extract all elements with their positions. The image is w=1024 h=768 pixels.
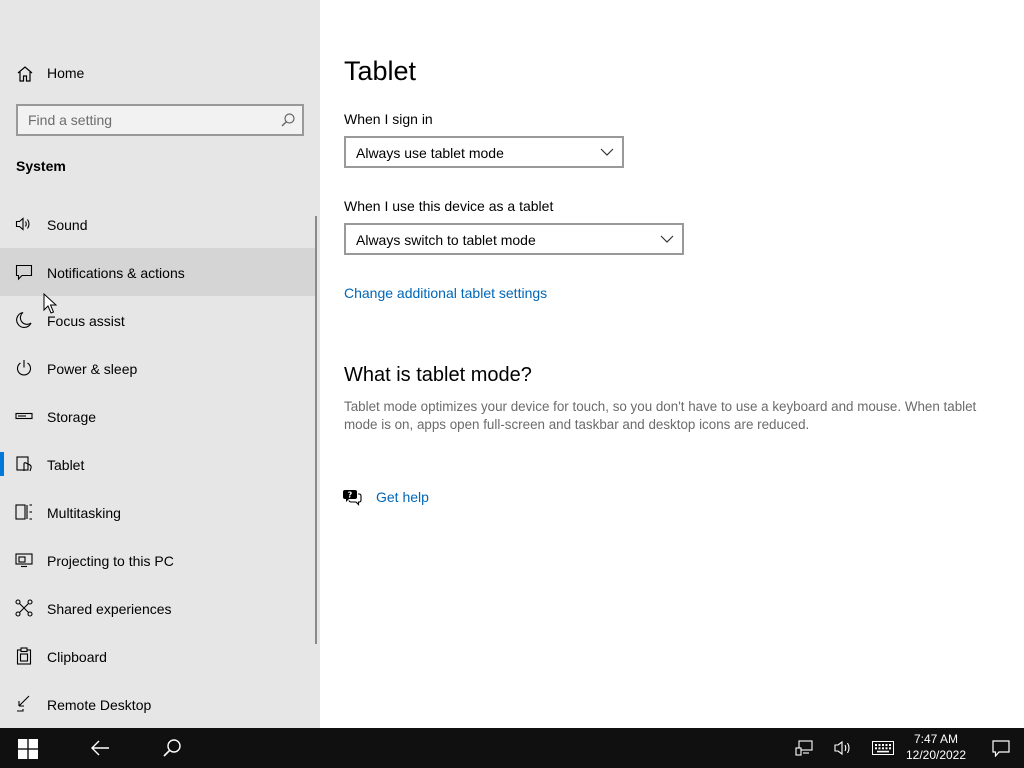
search-icon[interactable]	[280, 112, 296, 128]
windows-logo-icon	[18, 739, 38, 759]
clock-date: 12/20/2022	[905, 748, 967, 762]
search-setting-box[interactable]	[16, 104, 304, 136]
sign-in-dropdown[interactable]: Always use tablet mode	[344, 136, 624, 168]
network-tray-button[interactable]	[786, 728, 822, 768]
multitasking-icon	[15, 504, 32, 520]
home-label: Home	[47, 65, 85, 81]
projecting-icon	[15, 553, 33, 568]
sidebar-item-label: Focus assist	[47, 313, 125, 329]
sidebar-item-label: Remote Desktop	[47, 697, 152, 713]
sidebar-item-label: Storage	[47, 409, 97, 425]
action-center-button[interactable]	[978, 728, 1024, 768]
shared-icon	[15, 599, 33, 617]
home-nav-item[interactable]: Home	[0, 57, 320, 89]
sidebar-item-label: Notifications & actions	[47, 265, 185, 281]
sidebar-item-label: Projecting to this PC	[47, 553, 174, 569]
chevron-down-icon	[660, 235, 674, 243]
start-button[interactable]	[0, 728, 56, 768]
touch-keyboard-button[interactable]	[866, 728, 900, 768]
sidebar-item-label: Tablet	[47, 457, 85, 473]
sidebar-item-clipboard[interactable]: Clipboard	[0, 632, 316, 680]
change-additional-tablet-settings-link[interactable]: Change additional tablet settings	[344, 285, 547, 301]
mouse-cursor-icon	[43, 293, 57, 314]
settings-sidebar: Home System Sound Notifications & action…	[0, 0, 320, 728]
back-arrow-icon	[91, 740, 109, 756]
network-icon	[795, 740, 813, 756]
taskbar-clock[interactable]: 7:47 AM 12/20/2022	[898, 731, 974, 765]
sidebar-item-tablet[interactable]: Tablet	[0, 440, 316, 488]
tablet-mode-description: Tablet mode optimizes your device for to…	[344, 399, 977, 432]
notification-icon	[15, 264, 33, 281]
keyboard-icon	[872, 741, 894, 755]
section-title: System	[16, 158, 66, 174]
help-chat-icon[interactable]: ?	[342, 488, 362, 506]
page-title: Tablet	[344, 56, 417, 86]
search-taskbar-button[interactable]	[146, 728, 198, 768]
power-icon	[16, 360, 32, 376]
device-as-tablet-dropdown[interactable]: Always switch to tablet mode	[344, 223, 684, 255]
sidebar-item-multitasking[interactable]: Multitasking	[0, 488, 316, 536]
sign-in-label: When I sign in	[344, 111, 433, 127]
sidebar-item-label: Sound	[47, 217, 88, 233]
taskbar: 7:47 AM 12/20/2022	[0, 728, 1024, 768]
sign-in-dropdown-value: Always use tablet mode	[356, 145, 504, 161]
chevron-down-icon	[600, 148, 614, 156]
sidebar-item-label: Power & sleep	[47, 361, 138, 377]
selection-indicator	[0, 452, 4, 476]
sidebar-item-sound[interactable]: Sound	[0, 200, 316, 248]
sidebar-item-projecting[interactable]: Projecting to this PC	[0, 536, 316, 584]
search-input[interactable]	[18, 106, 274, 134]
sidebar-item-label: Clipboard	[47, 649, 107, 665]
remote-desktop-icon	[17, 695, 30, 712]
device-as-tablet-label: When I use this device as a tablet	[344, 198, 554, 214]
home-icon	[17, 66, 33, 82]
device-as-tablet-dropdown-value: Always switch to tablet mode	[356, 232, 536, 248]
sidebar-item-remote-desktop[interactable]: Remote Desktop	[0, 680, 316, 728]
get-help-link[interactable]: Get help	[376, 489, 429, 505]
sidebar-item-power-sleep[interactable]: Power & sleep	[0, 344, 316, 392]
clock-time: 7:47 AM	[913, 732, 959, 746]
settings-main-content: Tablet When I sign in Always use tablet …	[320, 0, 1024, 728]
back-button[interactable]	[74, 728, 126, 768]
search-icon	[163, 739, 181, 757]
sidebar-item-label: Shared experiences	[47, 601, 172, 617]
moon-icon	[16, 311, 32, 328]
sidebar-item-shared-experiences[interactable]: Shared experiences	[0, 584, 316, 632]
storage-icon	[15, 412, 33, 420]
action-center-icon	[992, 740, 1010, 757]
system-nav-list: Sound Notifications & actions Focus assi…	[0, 200, 320, 728]
svg-text:?: ?	[348, 491, 353, 500]
sidebar-scrollbar[interactable]	[315, 216, 317, 644]
tablet-icon	[16, 456, 32, 472]
speaker-icon	[15, 217, 30, 231]
what-is-tablet-mode-heading: What is tablet mode?	[344, 364, 532, 386]
volume-tray-button[interactable]	[826, 728, 862, 768]
clipboard-icon	[16, 647, 32, 665]
volume-icon	[834, 740, 850, 756]
sidebar-item-label: Multitasking	[47, 505, 121, 521]
sidebar-item-notifications[interactable]: Notifications & actions	[0, 248, 316, 296]
sidebar-item-storage[interactable]: Storage	[0, 392, 316, 440]
